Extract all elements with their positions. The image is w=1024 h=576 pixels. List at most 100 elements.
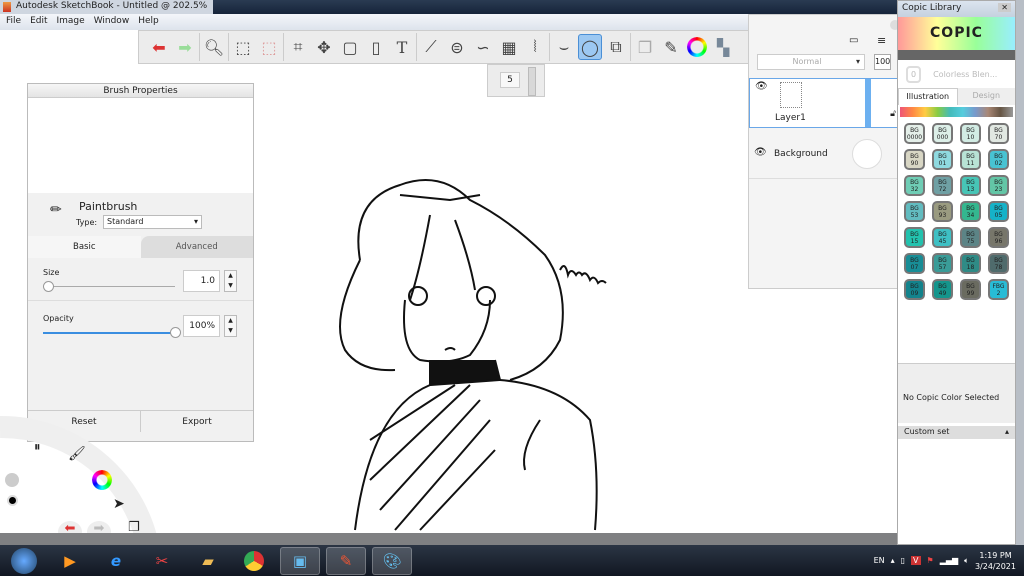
transform-icon[interactable]: ✥ xyxy=(312,34,336,60)
opacity-stepper[interactable]: ▲ ▼ xyxy=(224,315,237,337)
text-icon[interactable]: T xyxy=(390,34,414,60)
paintbrush-icon[interactable]: 🖌︎ xyxy=(68,446,86,462)
brush-size-slider[interactable] xyxy=(528,67,536,96)
photo-viewer-icon[interactable]: ▣ xyxy=(280,546,320,575)
copic-color-chip[interactable]: BG 15 xyxy=(904,227,925,248)
layer-row[interactable]: 👁︎ Background xyxy=(749,129,905,179)
copic-color-chip[interactable]: BG 70 xyxy=(988,123,1009,144)
copic-color-chip[interactable]: BG 11 xyxy=(960,149,981,170)
predictive-stroke-icon[interactable]: ◯ xyxy=(578,34,602,60)
menu-help[interactable]: Help xyxy=(138,16,159,28)
tab-advanced[interactable]: Advanced xyxy=(140,236,253,258)
copic-color-chip[interactable]: BG 99 xyxy=(960,279,981,300)
flag-icon[interactable]: ⚑ xyxy=(927,556,934,565)
stroke-icon[interactable]: ⌣ xyxy=(552,34,576,60)
language-indicator[interactable]: EN xyxy=(874,556,885,565)
ellipse-guide-icon[interactable]: ⊜ xyxy=(445,34,469,60)
select-add-icon[interactable]: ⬚ xyxy=(257,34,281,60)
start-button[interactable] xyxy=(4,547,44,575)
distort-icon[interactable]: ▢ xyxy=(338,34,362,60)
copic-color-chip[interactable]: BG 72 xyxy=(932,175,953,196)
zoom-icon[interactable]: 🔍︎ xyxy=(202,34,226,60)
copic-color-chip[interactable]: BG 000 xyxy=(932,123,953,144)
size-stepper[interactable]: ▲ ▼ xyxy=(224,270,237,292)
perspective-icon[interactable]: ▦ xyxy=(497,34,521,60)
color-puck-icon[interactable] xyxy=(7,495,18,506)
layer-opacity[interactable]: 100 xyxy=(874,54,891,70)
close-icon[interactable]: ✕ xyxy=(998,3,1011,12)
chrome-icon[interactable] xyxy=(234,547,274,575)
copic-color-chip[interactable]: BG 75 xyxy=(960,227,981,248)
tab-illustration[interactable]: Illustration xyxy=(898,88,958,105)
media-player-icon[interactable]: ▶ xyxy=(50,547,90,575)
tab-design[interactable]: Design xyxy=(957,88,1015,105)
copic-color-chip[interactable]: BG 10 xyxy=(960,123,981,144)
brush-size-value[interactable]: 5 xyxy=(500,72,520,88)
blend-mode-select[interactable]: Normal ▾ xyxy=(757,54,865,70)
opacity-slider[interactable] xyxy=(43,327,181,338)
copic-color-chip[interactable]: BG 96 xyxy=(988,227,1009,248)
copic-color-chip[interactable]: BG 57 xyxy=(932,253,953,274)
shape-icon[interactable]: ⧉ xyxy=(604,34,628,60)
copic-color-chip[interactable]: BG 0000 xyxy=(904,123,925,144)
colorless-blender[interactable]: 0 Colorless Blen... xyxy=(898,60,1015,88)
brush-tool-icon[interactable]: ⏸ xyxy=(34,440,41,455)
clock[interactable]: 1:19 PM 3/24/2021 xyxy=(975,550,1016,572)
copic-color-chip[interactable]: FBG 2 xyxy=(988,279,1009,300)
volume-icon[interactable]: 🔈︎ xyxy=(964,556,969,566)
copic-color-chip[interactable]: BG 45 xyxy=(932,227,953,248)
palette-icon[interactable]: ▚ xyxy=(711,34,735,60)
eye-icon[interactable]: 👁︎ xyxy=(755,81,768,92)
copic-color-chip[interactable]: BG 93 xyxy=(932,201,953,222)
copic-color-chip[interactable]: BG 09 xyxy=(904,279,925,300)
ruler-icon[interactable]: ⟋ xyxy=(419,34,443,60)
signal-icon[interactable]: ▂▄▆ xyxy=(940,556,958,565)
snipping-tool-icon[interactable]: ✂ xyxy=(142,547,182,575)
menu-image[interactable]: Image xyxy=(57,16,85,28)
copic-color-chip[interactable]: BG 53 xyxy=(904,201,925,222)
copy-icon[interactable]: ❐ xyxy=(633,34,657,60)
french-curve-icon[interactable]: ∽ xyxy=(471,34,495,60)
redo-icon[interactable]: ➡ xyxy=(173,34,197,60)
color-wheel-icon[interactable] xyxy=(685,34,709,60)
device-icon[interactable]: ▯ xyxy=(901,556,905,565)
layer-row[interactable]: 👁︎ Layer1 🔓︎ xyxy=(749,78,905,128)
tab-basic[interactable]: Basic xyxy=(28,236,141,258)
brush-puck-icon[interactable] xyxy=(5,473,19,487)
opacity-field[interactable]: 100% xyxy=(183,315,220,337)
menu-window[interactable]: Window xyxy=(94,16,130,28)
copic-color-chip[interactable]: BG 02 xyxy=(988,149,1009,170)
copic-color-chip[interactable]: BG 78 xyxy=(988,253,1009,274)
copic-color-chip[interactable]: BG 05 xyxy=(988,201,1009,222)
copic-color-chip[interactable]: BG 49 xyxy=(932,279,953,300)
color-family-strip[interactable] xyxy=(900,107,1013,117)
select-icon[interactable]: ⬚ xyxy=(231,34,255,60)
tray-expand-icon[interactable]: ▴ xyxy=(891,556,895,565)
add-layer-icon[interactable]: ▭ xyxy=(849,35,858,46)
file-explorer-icon[interactable]: ▰ xyxy=(188,547,228,575)
menu-file[interactable]: File xyxy=(6,16,21,28)
undo-icon[interactable]: ⬅ xyxy=(147,34,171,60)
crop-icon[interactable]: ⌗ xyxy=(286,34,310,60)
select-arrow-icon[interactable]: ➤ xyxy=(113,496,125,512)
fill-bucket-icon[interactable]: ▯ xyxy=(364,34,388,60)
slider-thumb[interactable] xyxy=(170,327,181,338)
copic-color-chip[interactable]: BG 01 xyxy=(932,149,953,170)
copic-color-chip[interactable]: BG 32 xyxy=(904,175,925,196)
background-color-swatch[interactable] xyxy=(852,139,882,169)
collapse-bar[interactable] xyxy=(898,50,1015,60)
size-slider[interactable] xyxy=(43,281,175,292)
size-field[interactable]: 1.0 xyxy=(183,270,220,292)
type-select[interactable]: Standard ▾ xyxy=(103,215,202,229)
copic-color-chip[interactable]: BG 90 xyxy=(904,149,925,170)
slider-thumb[interactable] xyxy=(43,281,54,292)
layer-opacity-bar[interactable] xyxy=(865,79,871,127)
sketchbook-icon[interactable]: ✎ xyxy=(326,546,366,575)
copic-color-chip[interactable]: BG 13 xyxy=(960,175,981,196)
copic-color-chip[interactable]: BG 07 xyxy=(904,253,925,274)
copic-color-chip[interactable]: BG 18 xyxy=(960,253,981,274)
paint-icon[interactable]: 🎨︎ xyxy=(372,546,412,575)
custom-set-header[interactable]: Custom set ▴ xyxy=(898,426,1015,439)
layer-menu-icon[interactable]: ≡ xyxy=(877,34,886,47)
color-wheel-icon[interactable] xyxy=(92,470,112,490)
